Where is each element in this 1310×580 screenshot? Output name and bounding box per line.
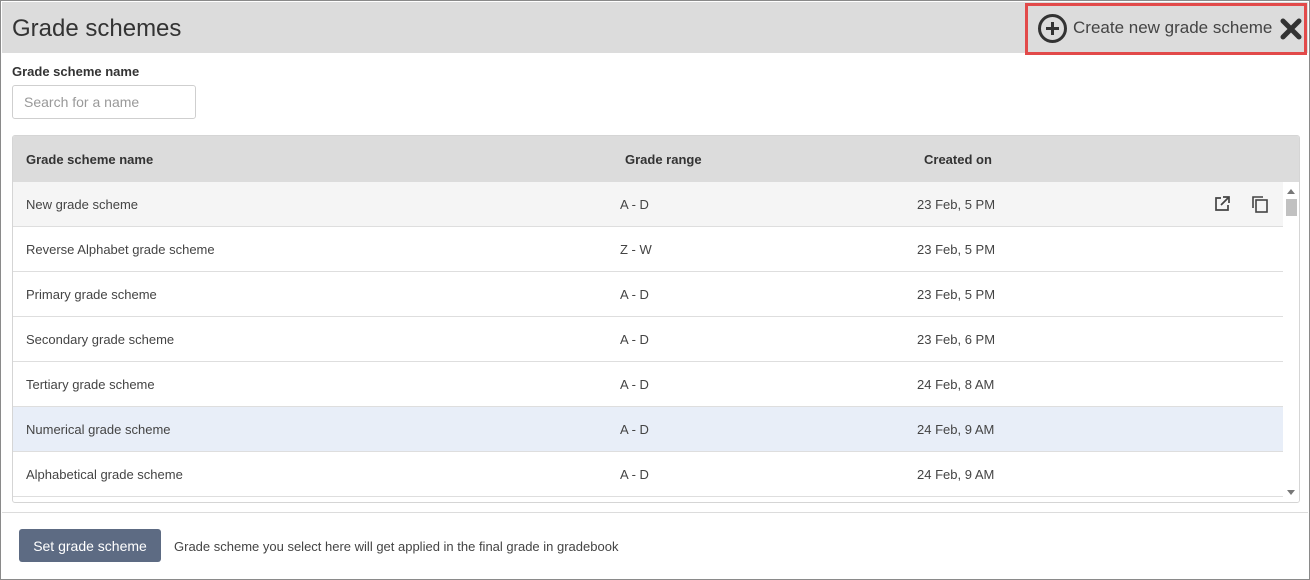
column-header-created[interactable]: Created on xyxy=(924,152,992,167)
grade-range-cell: A - D xyxy=(620,197,649,212)
created-on-cell: 24 Feb, 9 AM xyxy=(917,422,995,437)
close-icon[interactable] xyxy=(1280,18,1302,40)
table-scrollbar[interactable] xyxy=(1283,182,1299,502)
copy-icon[interactable] xyxy=(1250,194,1270,214)
created-on-cell: 23 Feb, 5 PM xyxy=(917,242,996,257)
scheme-name-cell: Tertiary grade scheme xyxy=(26,377,155,392)
table-row[interactable]: Tertiary grade scheme A - D 24 Feb, 8 AM xyxy=(13,362,1283,407)
created-on-cell: 23 Feb, 5 PM xyxy=(917,287,996,302)
footer-divider xyxy=(2,512,1308,513)
set-grade-scheme-button[interactable]: Set grade scheme xyxy=(19,529,161,562)
created-on-cell: 24 Feb, 8 AM xyxy=(917,377,995,392)
grade-range-cell: Z - W xyxy=(620,242,652,257)
footer-note: Grade scheme you select here will get ap… xyxy=(174,539,619,554)
dialog-title: Grade schemes xyxy=(12,15,182,42)
scheme-name-cell: Reverse Alphabet grade scheme xyxy=(26,242,215,257)
created-on-cell: 23 Feb, 5 PM xyxy=(917,197,996,212)
created-on-cell: 23 Feb, 6 PM xyxy=(917,332,996,347)
grade-range-cell: A - D xyxy=(620,287,649,302)
plus-circle-icon xyxy=(1038,14,1067,43)
table-row[interactable]: New grade scheme A - D 23 Feb, 5 PM xyxy=(13,182,1283,227)
external-link-icon[interactable] xyxy=(1212,194,1232,214)
grade-range-cell: A - D xyxy=(620,332,649,347)
table-row[interactable]: Reverse Alphabet grade scheme Z - W 23 Feb… xyxy=(13,227,1283,272)
create-new-grade-scheme-label: Create new grade scheme xyxy=(1073,18,1273,37)
grade-range-cell: A - D xyxy=(620,467,649,482)
scroll-up-arrow-icon[interactable] xyxy=(1287,189,1295,194)
scheme-name-cell: New grade scheme xyxy=(26,197,138,212)
scheme-name-cell: Alphabetical grade scheme xyxy=(26,467,183,482)
table-row[interactable]: Numerical grade scheme A - D 24 Feb, 9 AM xyxy=(13,407,1283,452)
column-header-range[interactable]: Grade range xyxy=(625,152,702,167)
scroll-thumb[interactable] xyxy=(1286,199,1297,216)
grade-range-cell: A - D xyxy=(620,377,649,392)
table-body: New grade scheme A - D 23 Feb, 5 PM Reverse… xyxy=(13,182,1283,502)
table-row[interactable]: Alphabetical grade scheme A - D 24 Feb, 9 … xyxy=(13,452,1283,497)
created-on-cell: 24 Feb, 9 AM xyxy=(917,467,995,482)
scheme-name-cell: Numerical grade scheme xyxy=(26,422,171,437)
table-header: Grade scheme name Grade range Created on xyxy=(13,136,1299,182)
create-new-grade-scheme-button[interactable]: Create new grade scheme xyxy=(1025,3,1307,55)
search-field-label: Grade scheme name xyxy=(12,64,140,79)
column-header-name[interactable]: Grade scheme name xyxy=(26,152,153,167)
scroll-down-arrow-icon[interactable] xyxy=(1287,490,1295,495)
scheme-name-cell: Primary grade scheme xyxy=(26,287,157,302)
search-input[interactable] xyxy=(12,85,196,119)
grade-schemes-table: Grade scheme name Grade range Created on… xyxy=(12,135,1300,503)
scheme-name-cell: Secondary grade scheme xyxy=(26,332,175,347)
grade-range-cell: A - D xyxy=(620,422,649,437)
table-row[interactable]: Secondary grade scheme A - D 23 Feb, 6 PM xyxy=(13,317,1283,362)
table-row[interactable]: Primary grade scheme A - D 23 Feb, 5 PM xyxy=(13,272,1283,317)
grade-schemes-dialog: Grade schemes Create new grade scheme Gr… xyxy=(0,0,1310,580)
